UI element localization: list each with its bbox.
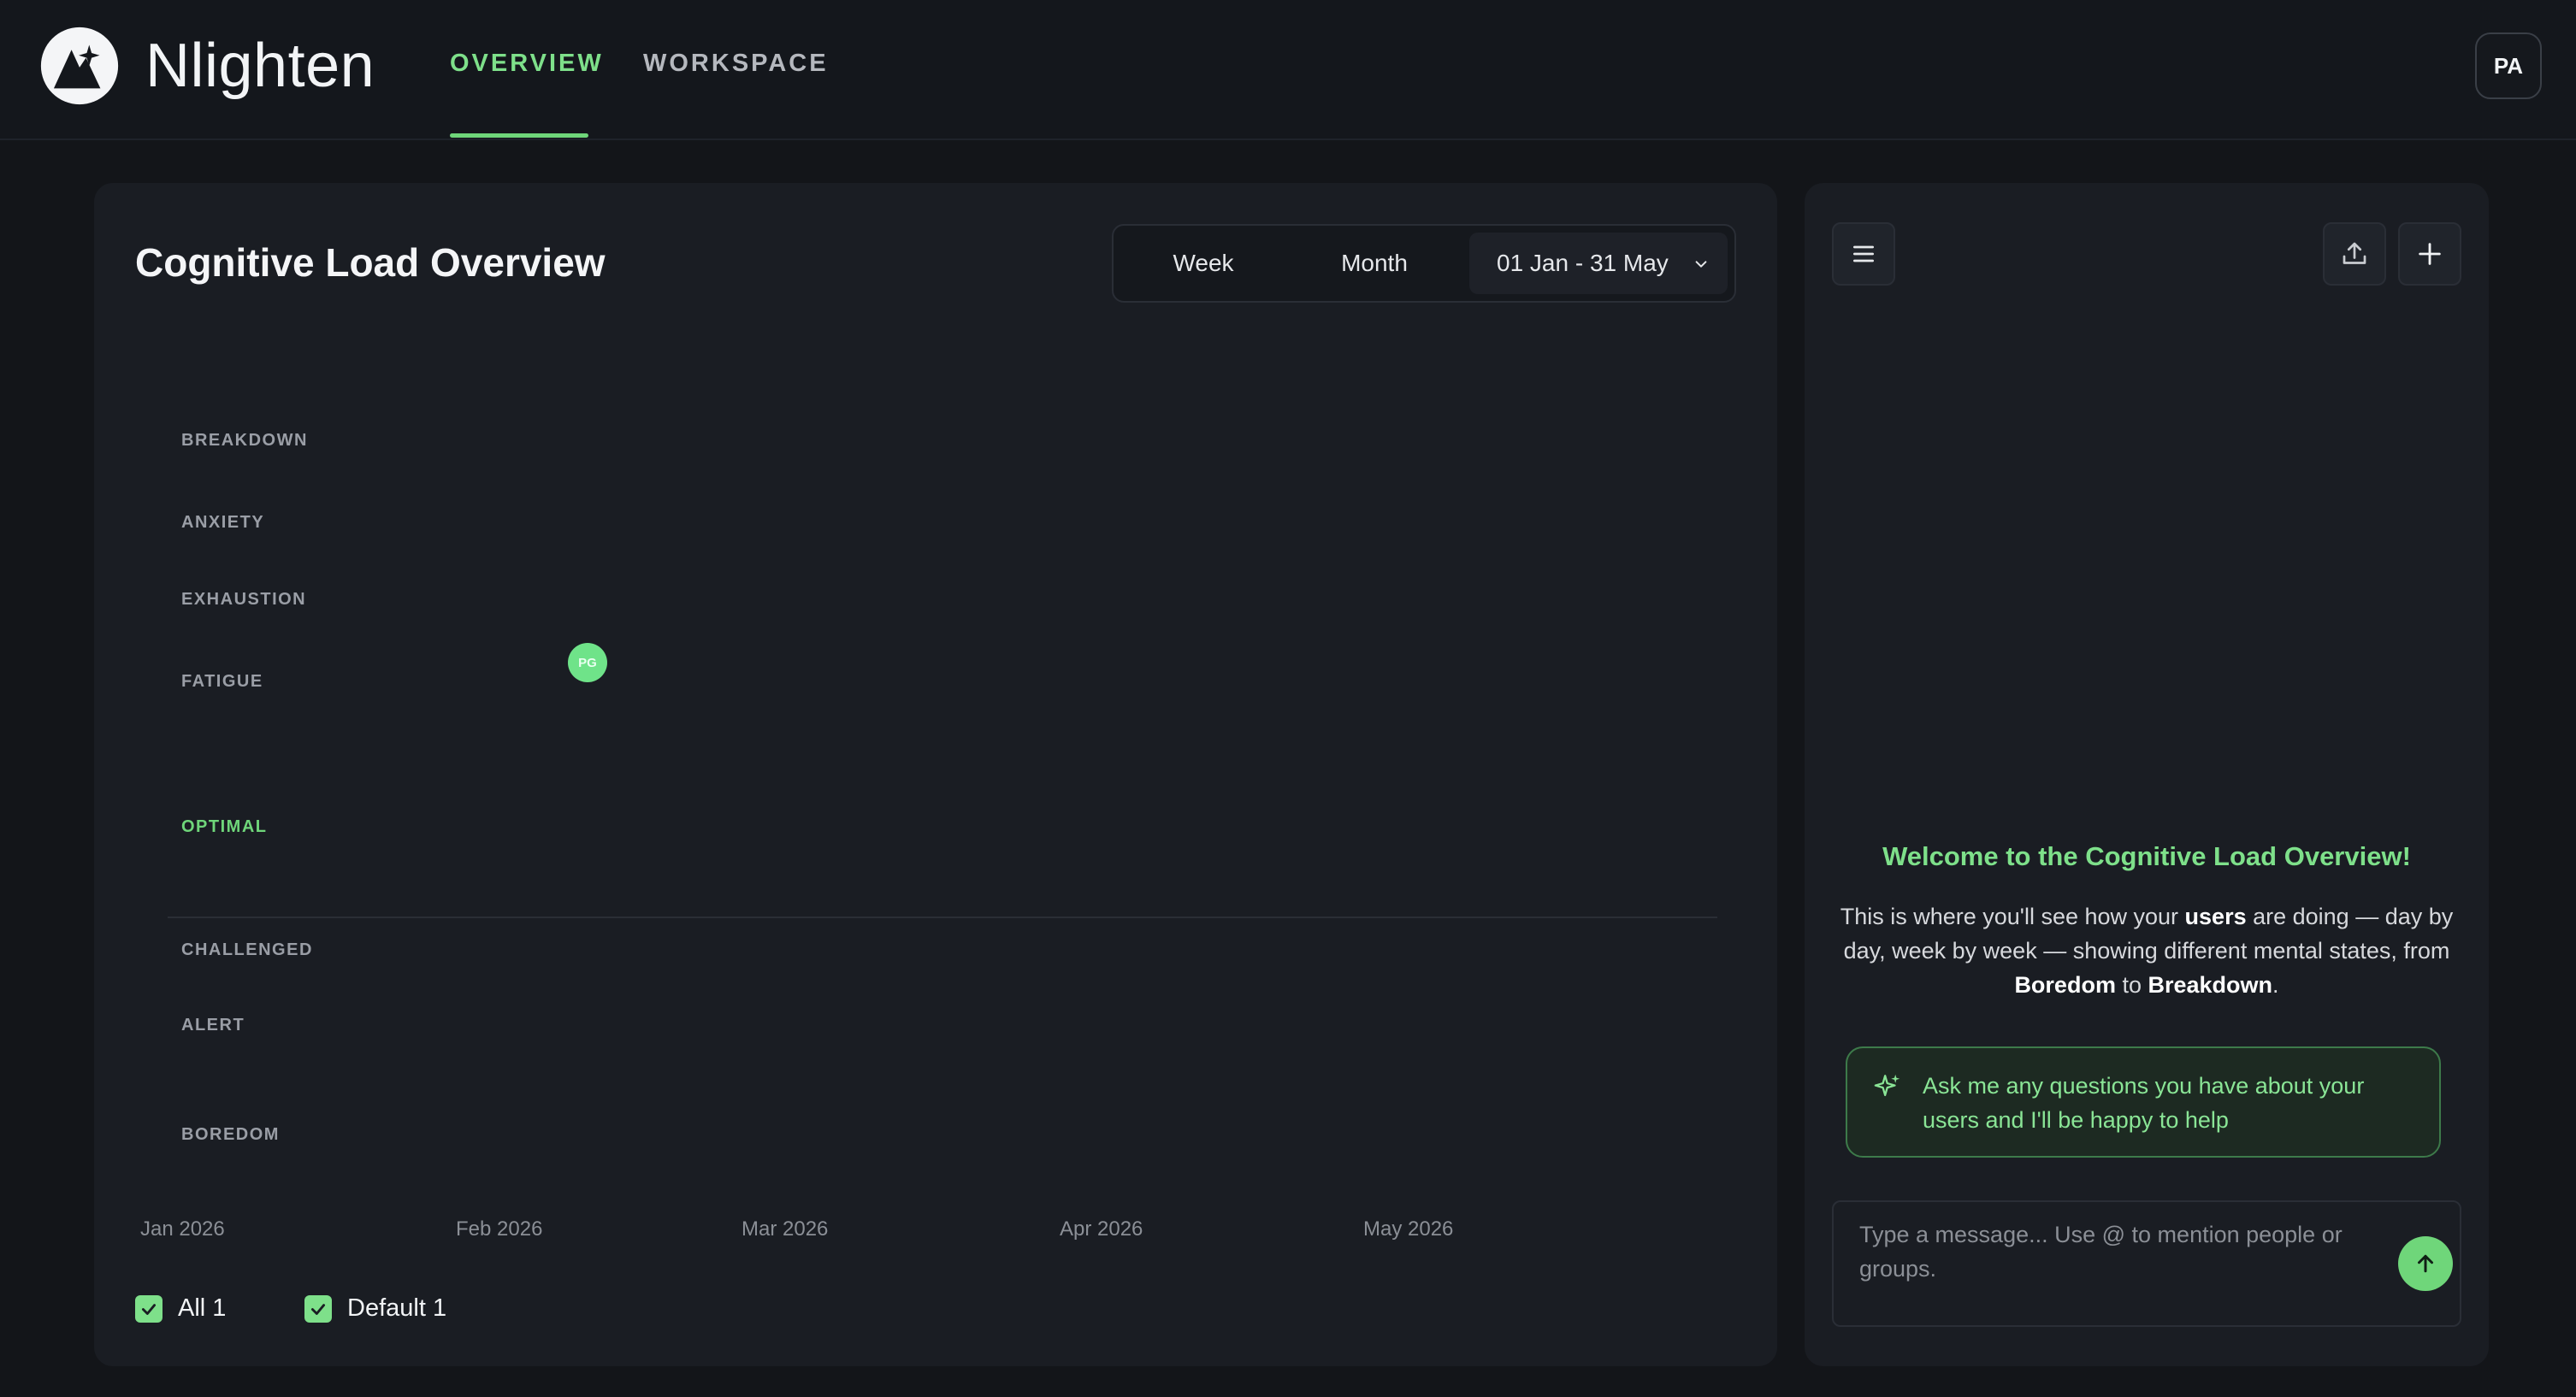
menu-icon bbox=[1853, 245, 1874, 262]
welcome-description: This is where you'll see how your users … bbox=[1840, 904, 2454, 998]
cognitive-load-card: Cognitive Load Overview Week Month 01 Ja… bbox=[94, 183, 1777, 1366]
help-text: Ask me any questions you have about your… bbox=[1923, 1073, 2365, 1133]
month-label-mar: Mar 2026 bbox=[741, 1217, 829, 1241]
page-title: Cognitive Load Overview bbox=[135, 240, 606, 285]
send-arrow-icon bbox=[2418, 1254, 2433, 1273]
date-range-dropdown[interactable]: 01 Jan - 31 May bbox=[1469, 233, 1728, 294]
month-button[interactable]: Month bbox=[1310, 226, 1439, 301]
legend-default[interactable]: Default 1 bbox=[304, 1294, 446, 1323]
top-navigation-bar: Nlighten OVERVIEW WORKSPACE PA bbox=[0, 0, 2576, 140]
share-button[interactable] bbox=[2323, 222, 2386, 286]
user-avatar[interactable]: PA bbox=[2475, 32, 2542, 99]
tab-workspace[interactable]: WORKSPACE bbox=[643, 50, 829, 78]
tab-overview[interactable]: OVERVIEW bbox=[450, 50, 604, 78]
state-label-exhaustion: EXHAUSTION bbox=[181, 590, 307, 609]
menu-button[interactable] bbox=[1832, 222, 1895, 286]
all-checkbox[interactable] bbox=[135, 1294, 162, 1323]
state-label-optimal: OPTIMAL bbox=[181, 817, 268, 836]
state-label-anxiety: ANXIETY bbox=[181, 513, 265, 532]
legend-all[interactable]: All 1 bbox=[135, 1294, 226, 1323]
chevron-down-icon bbox=[1695, 261, 1707, 268]
welcome-title: Welcome to the Cognitive Load Overview! bbox=[1882, 841, 2411, 871]
month-label-feb: Feb 2026 bbox=[456, 1217, 543, 1241]
upload-icon bbox=[2343, 242, 2366, 264]
range-selector: Week Month 01 Jan - 31 May bbox=[1112, 224, 1736, 303]
optimal-baseline bbox=[168, 917, 1717, 918]
state-label-alert: ALERT bbox=[181, 1016, 245, 1034]
message-composer bbox=[1832, 1200, 2461, 1327]
month-label-may: May 2026 bbox=[1363, 1217, 1454, 1241]
state-label-boredom: BOREDOM bbox=[181, 1125, 280, 1144]
state-label-fatigue: FATIGUE bbox=[181, 672, 263, 691]
user-marker[interactable]: PG bbox=[568, 643, 607, 682]
date-range-label: 01 Jan - 31 May bbox=[1497, 250, 1669, 276]
month-label-apr: Apr 2026 bbox=[1060, 1217, 1143, 1241]
check-icon bbox=[141, 1303, 157, 1315]
new-chat-button[interactable] bbox=[2398, 222, 2461, 286]
legend-label-all: All 1 bbox=[178, 1294, 227, 1322]
help-suggestion[interactable]: Ask me any questions you have about your… bbox=[1846, 1046, 2441, 1158]
state-label-breakdown: BREAKDOWN bbox=[181, 431, 308, 450]
logo-icon bbox=[40, 27, 119, 105]
active-tab-indicator bbox=[450, 133, 588, 138]
message-input[interactable] bbox=[1859, 1217, 2390, 1312]
check-icon bbox=[310, 1303, 326, 1315]
week-button[interactable]: Week bbox=[1148, 226, 1259, 301]
default-checkbox[interactable] bbox=[304, 1294, 332, 1323]
brand[interactable]: Nlighten bbox=[39, 26, 375, 106]
month-label-jan: Jan 2026 bbox=[140, 1217, 225, 1241]
plus-icon bbox=[2419, 243, 2441, 265]
assistant-panel: Welcome to the Cognitive Load Overview! … bbox=[1805, 183, 2489, 1366]
state-label-challenged: CHALLENGED bbox=[181, 940, 313, 959]
send-button[interactable] bbox=[2398, 1236, 2453, 1291]
sparkle-icon bbox=[1874, 1074, 1900, 1097]
legend-label-default: Default 1 bbox=[347, 1294, 447, 1322]
app-name: Nlighten bbox=[145, 32, 375, 100]
